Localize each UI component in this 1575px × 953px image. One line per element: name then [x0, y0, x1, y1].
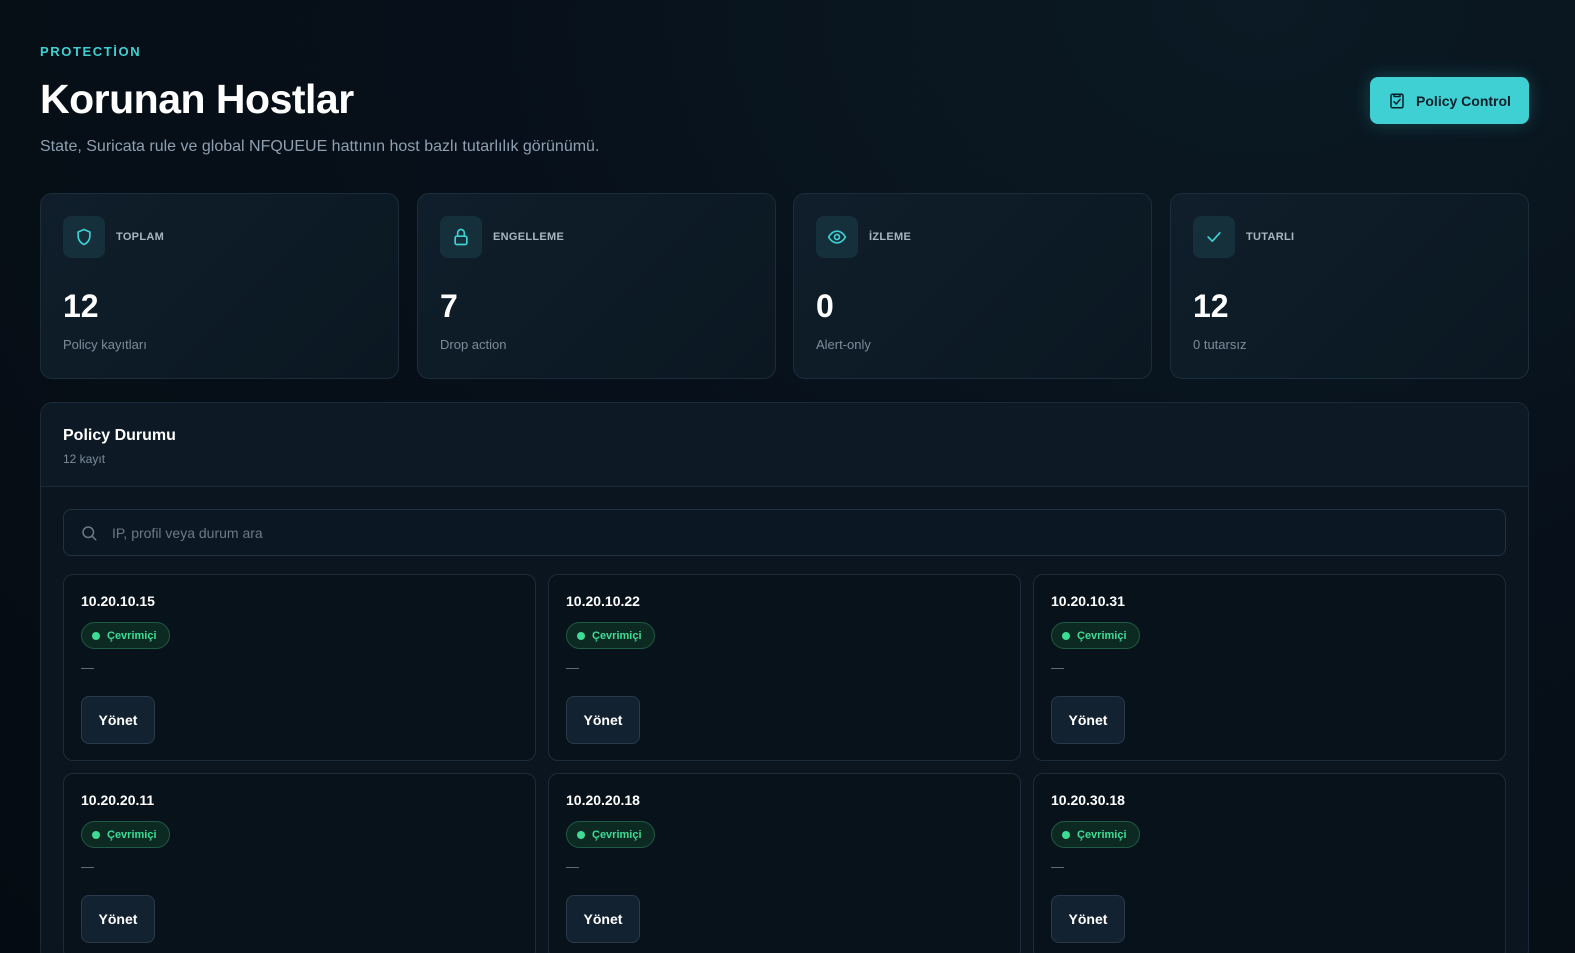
status-label: Çevrimiçi [107, 828, 157, 841]
status-badge: Çevrimiçi [1051, 821, 1140, 848]
stat-card-block: ENGELLEME 7 Drop action [417, 193, 776, 379]
host-ip: 10.20.20.11 [81, 792, 155, 808]
host-detail: — [1051, 660, 1064, 675]
host-ip: 10.20.30.18 [1051, 792, 1125, 808]
stat-label: TOPLAM [116, 231, 165, 243]
status-dot-icon [577, 830, 585, 839]
status-label: Çevrimiçi [1077, 828, 1127, 841]
stat-value: 12 [63, 288, 99, 324]
status-dot-icon [1062, 830, 1070, 839]
manage-button[interactable]: Yönet [81, 696, 155, 744]
clipboard-check-icon [1390, 93, 1404, 108]
host-card: 10.20.30.18 Çevrimiçi — Yönet [1033, 773, 1506, 953]
status-label: Çevrimiçi [592, 828, 642, 841]
stat-sub: Drop action [440, 337, 507, 352]
stat-value: 0 [816, 288, 834, 324]
stat-sub: Policy kayıtları [63, 337, 147, 352]
host-detail: — [566, 859, 579, 874]
stat-card-total: TOPLAM 12 Policy kayıtları [40, 193, 399, 379]
host-detail: — [1051, 859, 1064, 874]
check-icon [1193, 216, 1235, 258]
status-label: Çevrimiçi [107, 629, 157, 642]
policy-control-button[interactable]: Policy Control [1370, 77, 1529, 124]
panel-title: Policy Durumu [63, 427, 176, 444]
manage-button[interactable]: Yönet [1051, 895, 1125, 943]
eye-icon [816, 216, 858, 258]
panel-header: Policy Durumu 12 kayıt [41, 403, 1528, 487]
host-card: 10.20.10.15 Çevrimiçi — Yönet [63, 574, 536, 761]
stats-row: TOPLAM 12 Policy kayıtları ENGELLEME 7 D… [40, 193, 1529, 379]
stat-label: İZLEME [869, 231, 912, 243]
host-card: 10.20.20.11 Çevrimiçi — Yönet [63, 773, 536, 953]
status-dot-icon [92, 830, 100, 839]
stat-card-consistent: TUTARLI 12 0 tutarsız [1170, 193, 1529, 379]
status-dot-icon [92, 631, 100, 640]
host-detail: — [81, 660, 94, 675]
search-box[interactable] [63, 509, 1506, 556]
policy-control-label: Policy Control [1416, 92, 1511, 109]
stat-label: ENGELLEME [493, 231, 565, 243]
search-input[interactable] [112, 524, 1412, 541]
section-eyebrow: PROTECTİON [40, 44, 142, 59]
stat-sub: 0 tutarsız [1193, 337, 1247, 352]
lock-icon [440, 216, 482, 258]
stat-value: 12 [1193, 288, 1229, 324]
host-ip: 10.20.20.18 [566, 792, 640, 808]
manage-button[interactable]: Yönet [566, 696, 640, 744]
host-ip: 10.20.10.22 [566, 593, 640, 609]
status-dot-icon [577, 631, 585, 640]
status-dot-icon [1062, 631, 1070, 640]
status-badge: Çevrimiçi [566, 622, 655, 649]
shield-icon [63, 216, 105, 258]
status-badge: Çevrimiçi [81, 622, 170, 649]
stat-label: TUTARLI [1246, 231, 1295, 243]
status-badge: Çevrimiçi [566, 821, 655, 848]
status-label: Çevrimiçi [1077, 629, 1127, 642]
page-title: Korunan Hostlar [40, 76, 354, 122]
stat-value: 7 [440, 288, 458, 324]
status-label: Çevrimiçi [592, 629, 642, 642]
host-card: 10.20.20.18 Çevrimiçi — Yönet [548, 773, 1021, 953]
manage-button[interactable]: Yönet [81, 895, 155, 943]
search-icon [82, 525, 97, 540]
manage-button[interactable]: Yönet [566, 895, 640, 943]
status-badge: Çevrimiçi [1051, 622, 1140, 649]
policy-status-panel: Policy Durumu 12 kayıt 10.20.10.15 Çevri… [40, 402, 1529, 953]
stat-card-monitor: İZLEME 0 Alert-only [793, 193, 1152, 379]
host-ip: 10.20.10.15 [81, 593, 155, 609]
status-badge: Çevrimiçi [81, 821, 170, 848]
host-card: 10.20.10.31 Çevrimiçi — Yönet [1033, 574, 1506, 761]
host-ip: 10.20.10.31 [1051, 593, 1125, 609]
manage-button[interactable]: Yönet [1051, 696, 1125, 744]
host-detail: — [81, 859, 94, 874]
host-detail: — [566, 660, 579, 675]
record-count: 12 kayıt [63, 452, 106, 466]
stat-sub: Alert-only [816, 337, 871, 352]
page-subtitle: State, Suricata rule ve global NFQUEUE h… [40, 138, 600, 155]
host-card: 10.20.10.22 Çevrimiçi — Yönet [548, 574, 1021, 761]
